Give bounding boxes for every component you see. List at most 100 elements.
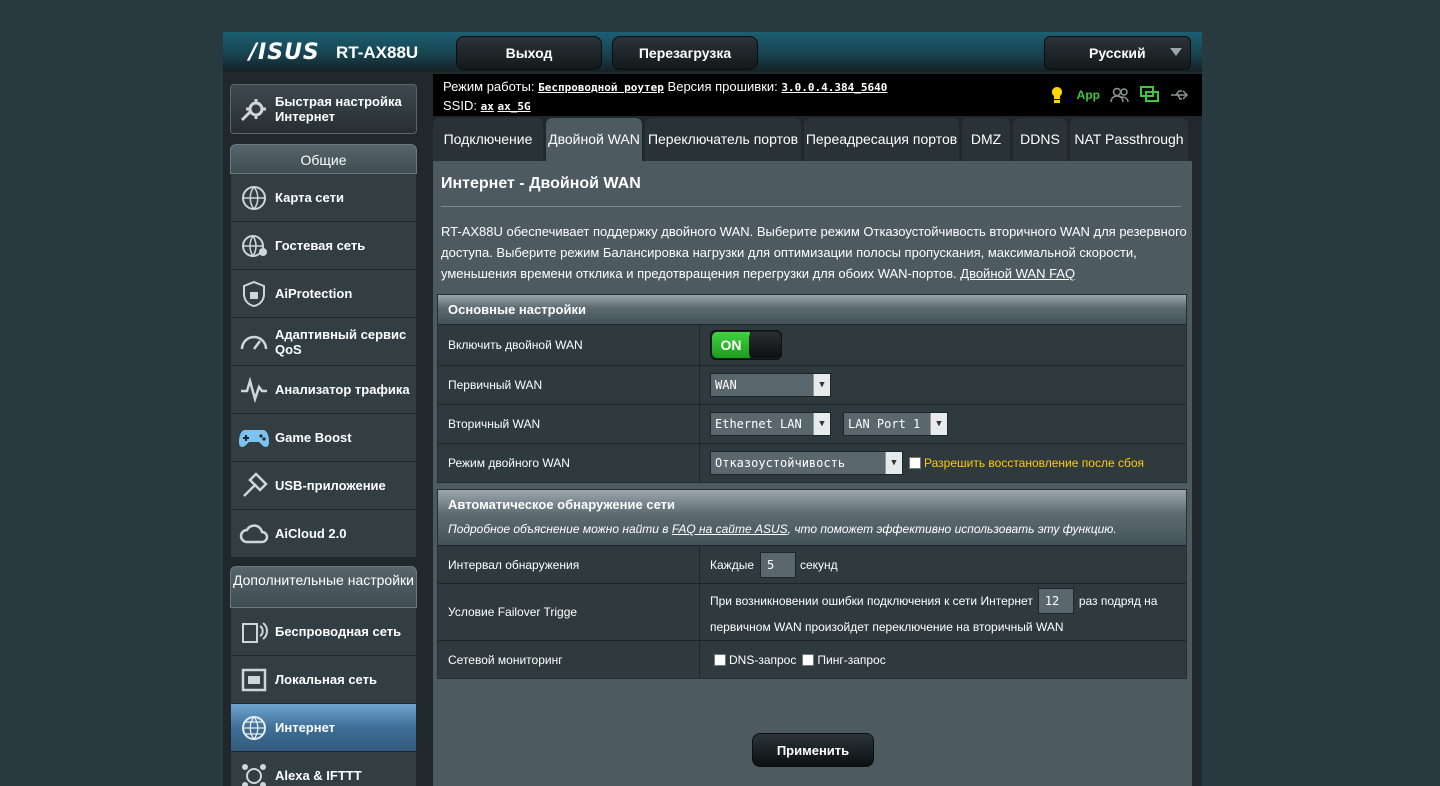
secondary-wan-value: Ethernet LAN ▼ LAN Port 1 ▼ xyxy=(700,405,1186,443)
sidebar-item-game-boost[interactable]: Game Boost xyxy=(230,414,417,462)
secondary-port-select[interactable]: LAN Port 1 ▼ xyxy=(843,412,948,436)
ssid-link-1[interactable]: ax xyxy=(481,100,494,113)
firmware-prefix: Версия прошивки: xyxy=(667,79,778,94)
dual-wan-toggle[interactable]: ON xyxy=(710,330,782,360)
interval-input[interactable]: 5 xyxy=(760,551,796,578)
failover-trigger-label: Условие Failover Trigge xyxy=(438,584,700,640)
tab-port-forwarding[interactable]: Переадресация портов xyxy=(804,118,959,161)
secondary-wan-select[interactable]: Ethernet LAN ▼ xyxy=(710,412,831,436)
sidebar-item-internet[interactable]: Интернет xyxy=(230,704,417,752)
sidebar-item-aicloud[interactable]: AiCloud 2.0 xyxy=(230,510,417,558)
dual-wan-mode-select[interactable]: Отказоустойчивость ▼ xyxy=(710,451,903,475)
tab-port-trigger[interactable]: Переключатель портов xyxy=(645,118,801,161)
sidebar-item-network-map[interactable]: Карта сети xyxy=(230,174,417,222)
dns-query-checkbox[interactable] xyxy=(714,653,726,666)
sidebar-label: Анализатор трафика xyxy=(275,382,410,397)
allow-failback-label: Разрешить восстановление после сбоя xyxy=(924,456,1144,470)
toggle-knob xyxy=(749,332,781,358)
row-failover-trigger: Условие Failover Trigge При возникновени… xyxy=(438,583,1186,640)
ssid-prefix: SSID: xyxy=(443,98,477,113)
advanced-menu: Беспроводная сеть Локальная сеть Интерне… xyxy=(230,608,417,786)
toggle-on-label: ON xyxy=(712,332,750,358)
tab-ddns[interactable]: DDNS xyxy=(1013,118,1067,161)
apply-button[interactable]: Применить xyxy=(752,733,874,767)
ssid-link-2[interactable]: ax_5G xyxy=(497,100,530,113)
sidebar-item-traffic-analyzer[interactable]: Анализатор трафика xyxy=(230,366,417,414)
sidebar-item-wireless[interactable]: Беспроводная сеть xyxy=(230,608,417,656)
network-detection-note: Подробное объяснение можно найти в FAQ н… xyxy=(448,522,1186,536)
wireless-icon xyxy=(237,615,271,649)
row-secondary-wan: Вторичный WAN Ethernet LAN ▼ LAN Port 1 … xyxy=(438,404,1186,443)
lan-icon xyxy=(237,663,271,697)
tab-nat-passthrough[interactable]: NAT Passthrough xyxy=(1070,118,1188,161)
general-section-header: Общие xyxy=(230,144,417,174)
language-select[interactable]: Русский xyxy=(1044,36,1191,70)
chevron-down-icon: ▼ xyxy=(813,413,830,435)
sidebar-label: Адаптивный сервис QoS xyxy=(275,326,407,357)
usb-status-icon[interactable] xyxy=(1170,86,1190,104)
chevron-down-icon: ▼ xyxy=(813,374,830,396)
row-network-monitoring: Сетевой мониторинг DNS-запрос Пинг-запро… xyxy=(438,640,1186,678)
primary-wan-select[interactable]: WAN ▼ xyxy=(710,373,831,397)
shield-icon xyxy=(237,277,271,311)
primary-wan-label: Первичный WAN xyxy=(438,366,700,404)
sidebar-label: Беспроводная сеть xyxy=(275,624,402,639)
quick-internet-setup-button[interactable]: Быстрая настройка Интернет xyxy=(230,84,417,134)
sidebar-label: Интернет xyxy=(275,720,336,735)
mode-prefix: Режим работы: xyxy=(443,79,535,94)
gamepad-icon xyxy=(237,421,271,455)
advanced-section-header: Дополнительные настройки xyxy=(230,566,417,608)
enable-dual-wan-label: Включить двойной WAN xyxy=(438,325,700,365)
clients-icon[interactable] xyxy=(1110,86,1130,104)
cloud-icon xyxy=(237,517,271,551)
sidebar-item-usb-app[interactable]: USB-приложение xyxy=(230,462,417,510)
chevron-down-icon: ▼ xyxy=(885,452,902,474)
secondary-wan-selected: Ethernet LAN xyxy=(715,417,802,431)
interval-suffix: секунд xyxy=(800,557,838,572)
quick-setup-label: Быстрая настройка Интернет xyxy=(275,94,402,124)
dual-wan-mode-value: Отказоустойчивость ▼ Разрешить восстанов… xyxy=(700,444,1186,482)
tab-dmz[interactable]: DMZ xyxy=(962,118,1010,161)
note-suffix: , что поможет эффективно использовать эт… xyxy=(787,522,1117,536)
note-prefix: Подробное объяснение можно найти в xyxy=(448,522,669,536)
row-enable-dual-wan: Включить двойной WAN ON xyxy=(438,324,1186,365)
info-line-ssid: SSID: ax ax_5G xyxy=(443,98,531,113)
dual-wan-faq-link[interactable]: Двойной WAN FAQ xyxy=(960,266,1075,281)
network-detection-title: Автоматическое обнаружение сети xyxy=(448,497,675,512)
info-line-mode: Режим работы: Беспроводной роутер Версия… xyxy=(443,79,887,94)
sidebar-label: Game Boost xyxy=(275,430,352,445)
sidebar-item-qos[interactable]: Адаптивный сервис QoS xyxy=(230,318,417,366)
sidebar-item-aiprotection[interactable]: AiProtection xyxy=(230,270,417,318)
primary-wan-selected: WAN xyxy=(715,378,737,392)
mode-link[interactable]: Беспроводной роутер xyxy=(538,81,664,94)
notification-bulb-icon[interactable] xyxy=(1047,86,1067,104)
app-link[interactable]: App xyxy=(1077,88,1100,102)
dns-query-label: DNS-запрос xyxy=(729,652,797,667)
page-description: RT-AX88U обеспечивает поддержку двойного… xyxy=(441,221,1191,284)
dual-wan-mode-selected: Отказоустойчивость xyxy=(715,456,846,470)
ping-query-checkbox[interactable] xyxy=(802,653,815,666)
firmware-link[interactable]: 3.0.0.4.384_5640 xyxy=(781,81,887,94)
sidebar-item-alexa-ifttt[interactable]: Alexa & IFTTT xyxy=(230,752,417,786)
sidebar-item-lan[interactable]: Локальная сеть xyxy=(230,656,417,704)
sidebar-item-guest-network[interactable]: Гостевая сеть xyxy=(230,222,417,270)
tab-connection[interactable]: Подключение xyxy=(433,118,543,161)
asus-logo[interactable]: /ISUS xyxy=(249,40,320,65)
secondary-port-selected: LAN Port 1 xyxy=(848,417,921,431)
traffic-analyzer-icon xyxy=(237,373,271,407)
chevron-down-icon: ▼ xyxy=(930,413,947,435)
trigger-suffix: раз подряд на xyxy=(1078,594,1158,608)
trigger-count-input[interactable]: 12 xyxy=(1037,588,1074,614)
logout-button[interactable]: Выход xyxy=(456,36,602,70)
tab-dual-wan[interactable]: Двойной WAN xyxy=(546,118,642,161)
allow-failback-checkbox[interactable] xyxy=(909,457,921,469)
dual-wan-mode-label: Режим двойного WAN xyxy=(438,444,700,482)
interval-prefix: Каждые xyxy=(710,557,754,572)
sidebar-label: AiCloud 2.0 xyxy=(275,526,347,541)
asus-faq-link[interactable]: FAQ на сайте ASUS xyxy=(672,522,788,536)
network-map-icon xyxy=(237,181,271,215)
main-area: Подключение Двойной WAN Переключатель по… xyxy=(433,118,1192,786)
reboot-button[interactable]: Перезагрузка xyxy=(612,36,758,70)
internet-status-icon[interactable] xyxy=(1140,86,1160,104)
wizard-gear-icon xyxy=(237,92,271,126)
